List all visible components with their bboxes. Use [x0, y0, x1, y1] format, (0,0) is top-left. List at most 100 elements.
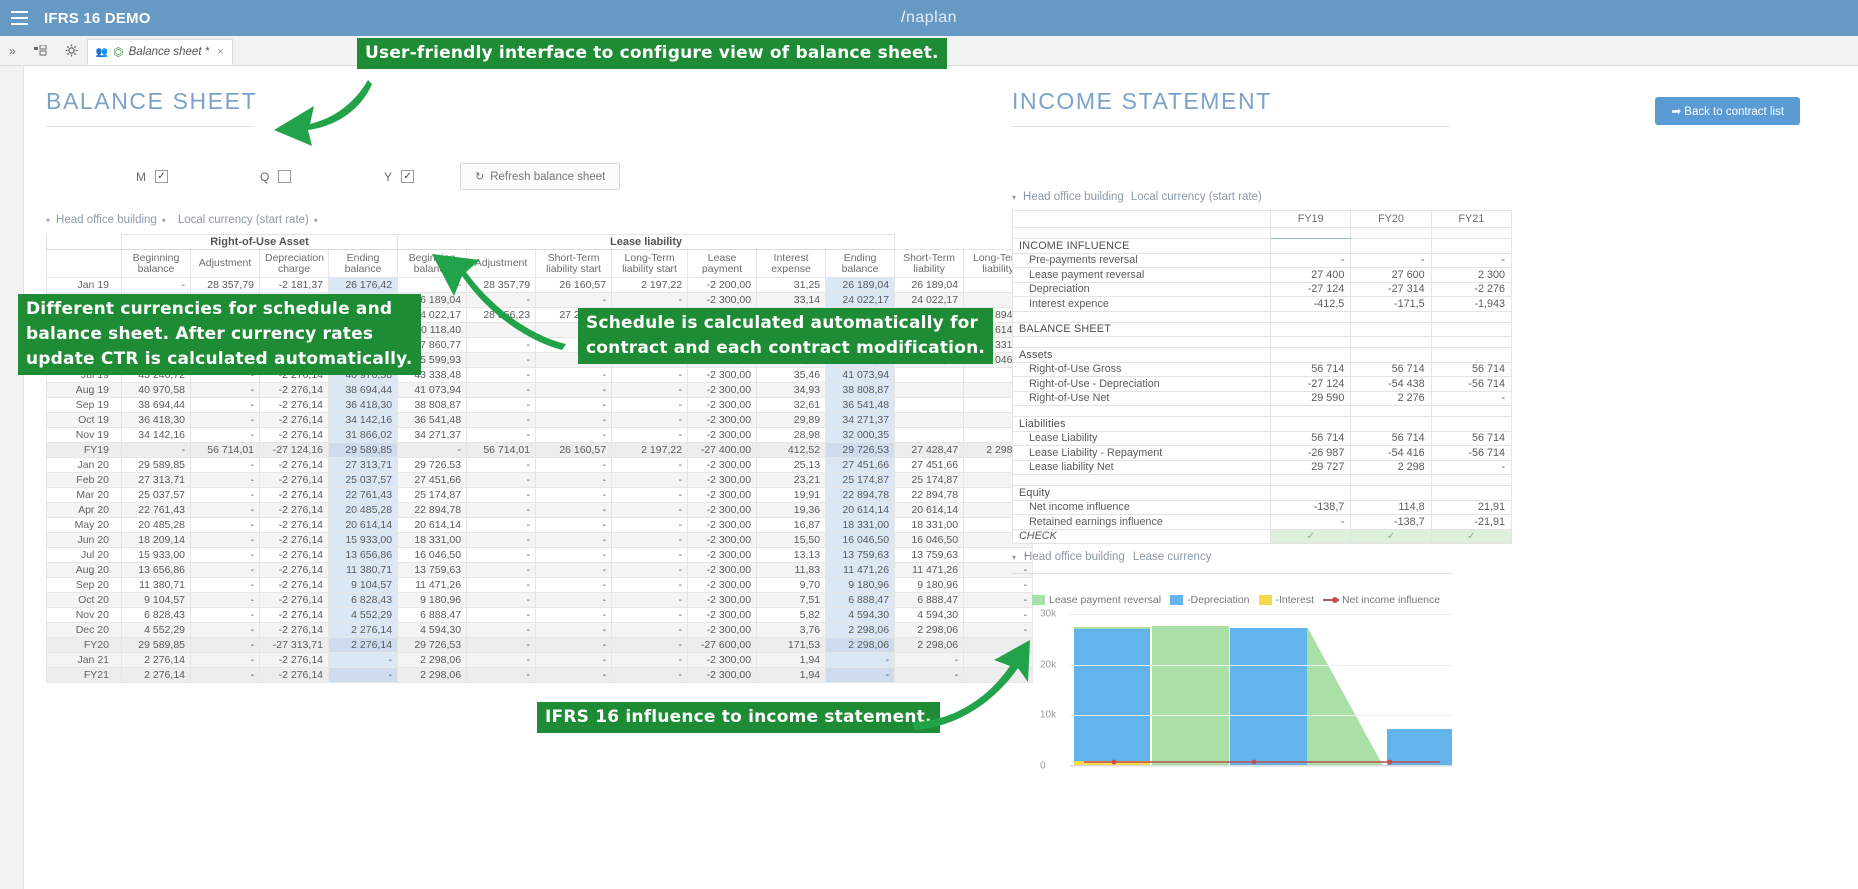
- grid-cell[interactable]: -2 300,00: [687, 652, 758, 668]
- grid-cell[interactable]: 15 933,00: [327, 532, 399, 548]
- grid-cell[interactable]: 19,36: [756, 502, 827, 518]
- grid-cell[interactable]: 34 271,37: [825, 412, 896, 428]
- grid-cell[interactable]: 2 298,06: [894, 622, 965, 638]
- grid-cell[interactable]: 9 180,96: [825, 577, 896, 593]
- grid-cell[interactable]: 22 894,78: [397, 502, 468, 518]
- legend-item[interactable]: Net income influence: [1323, 594, 1440, 606]
- grid-cell[interactable]: -2 276,14: [259, 502, 329, 518]
- collapse-caret-icon[interactable]: ▾: [1012, 553, 1016, 562]
- grid-cell[interactable]: -: [535, 487, 613, 503]
- close-icon[interactable]: ×: [217, 46, 223, 58]
- grid-cell[interactable]: -: [466, 322, 537, 338]
- grid-cell[interactable]: 13 759,63: [397, 562, 468, 578]
- is-cell[interactable]: 2 276: [1350, 390, 1432, 406]
- grid-cell[interactable]: 18 331,00: [825, 517, 896, 533]
- grid-column-header[interactable]: Adjustment: [190, 249, 260, 278]
- grid-cell[interactable]: -: [466, 367, 537, 383]
- grid-cell[interactable]: 1,94: [756, 652, 827, 668]
- is-cell[interactable]: [1350, 321, 1432, 337]
- row-label[interactable]: Jan 21: [46, 652, 122, 668]
- is-cell[interactable]: [1270, 416, 1352, 432]
- net-income-marker[interactable]: [1111, 759, 1117, 765]
- grid-cell[interactable]: 56 714,01: [190, 442, 260, 458]
- is-row[interactable]: [1011, 474, 1513, 486]
- is-cell[interactable]: [1350, 238, 1432, 254]
- is-cell[interactable]: -21,91: [1430, 514, 1513, 530]
- grid-cell[interactable]: -: [397, 277, 468, 293]
- grid-cell[interactable]: 3,76: [756, 622, 827, 638]
- is-check-cell[interactable]: ✓: [1430, 528, 1513, 544]
- grid-cell[interactable]: -2 300,00: [687, 577, 758, 593]
- bar-lease-payment-reversal-slope[interactable]: [1306, 626, 1384, 766]
- is-cell[interactable]: [1350, 347, 1432, 363]
- filter-yearly[interactable]: Y ✓: [384, 170, 415, 184]
- grid-cell[interactable]: 26 189,04: [894, 277, 965, 293]
- grid-cell[interactable]: -: [466, 337, 537, 353]
- row-label[interactable]: Apr 20: [46, 502, 122, 518]
- grid-cell[interactable]: 56 714,01: [466, 442, 537, 458]
- is-cell[interactable]: -56 714: [1430, 376, 1513, 392]
- grid-cell[interactable]: -2 276,14: [259, 667, 329, 683]
- is-cell[interactable]: [1350, 310, 1432, 323]
- grid-cell[interactable]: 24 022,17: [825, 292, 896, 308]
- row-label[interactable]: Sep 20: [46, 577, 122, 593]
- grid-cell[interactable]: -: [190, 457, 260, 473]
- is-cell[interactable]: [1270, 474, 1352, 486]
- is-cell[interactable]: -2 276: [1430, 281, 1513, 297]
- grid-cell[interactable]: -2 276,14: [259, 397, 329, 413]
- grid-cell[interactable]: -2 276,14: [259, 487, 329, 503]
- grid-cell[interactable]: -: [535, 382, 613, 398]
- is-column-header[interactable]: FY19: [1270, 210, 1352, 228]
- grid-cell[interactable]: -2 276,14: [259, 472, 329, 488]
- grid-cell[interactable]: -: [535, 607, 613, 623]
- grid-cell[interactable]: 6 828,43: [121, 607, 191, 623]
- grid-cell[interactable]: -: [611, 577, 689, 593]
- grid-cell[interactable]: -2 276,14: [259, 427, 329, 443]
- is-row[interactable]: Lease payment reversal 27 400 27 600 2 300: [1011, 267, 1513, 283]
- grid-cell[interactable]: 28 356,23: [466, 307, 537, 323]
- is-cell[interactable]: [1430, 310, 1513, 323]
- grid-cell[interactable]: 20 614,14: [397, 517, 468, 533]
- grid-cell[interactable]: -: [466, 427, 537, 443]
- table-row[interactable]: FY21 2 276,14- -2 276,14-2 298,06- - - -2 300…: [46, 667, 1034, 683]
- is-cell[interactable]: [1270, 321, 1352, 337]
- grid-cell[interactable]: 2 197,22: [611, 442, 689, 458]
- currency-selector[interactable]: Local currency (start rate) ▾: [178, 214, 318, 226]
- grid-cell[interactable]: 25 037,57: [327, 472, 399, 488]
- grid-cell[interactable]: -: [190, 637, 260, 653]
- grid-cell[interactable]: -: [466, 667, 537, 683]
- grid-cell[interactable]: 34 142,16: [327, 412, 399, 428]
- grid-cell[interactable]: -: [611, 397, 689, 413]
- grid-cell[interactable]: -: [535, 397, 613, 413]
- grid-cell[interactable]: 18 209,14: [121, 532, 191, 548]
- grid-cell[interactable]: -: [535, 562, 613, 578]
- table-row[interactable]: FY19-56 714,01 -27 124,16 29 589,85-56 714…: [46, 442, 1034, 458]
- grid-cell[interactable]: 27 313,71: [327, 457, 399, 473]
- filter-monthly[interactable]: M ✓: [136, 170, 260, 184]
- filter-quarterly-checkbox[interactable]: [278, 170, 292, 183]
- grid-cell[interactable]: -: [190, 517, 260, 533]
- grid-cell[interactable]: 35,46: [756, 367, 827, 383]
- is-row[interactable]: [1011, 310, 1513, 323]
- grid-cell[interactable]: 16 046,50: [894, 532, 965, 548]
- is-corner-header[interactable]: [1011, 210, 1272, 228]
- grid-cell[interactable]: -2 300,00: [687, 487, 758, 503]
- grid-cell[interactable]: -: [466, 457, 537, 473]
- grid-cell[interactable]: 9 104,57: [327, 577, 399, 593]
- grid-cell[interactable]: 38 694,44: [121, 397, 191, 413]
- is-cell[interactable]: [1270, 227, 1352, 239]
- row-label[interactable]: Feb 20: [46, 472, 122, 488]
- grid-cell[interactable]: -: [190, 412, 260, 428]
- grid-cell[interactable]: -: [190, 622, 260, 638]
- grid-cell[interactable]: 2 276,14: [327, 637, 399, 653]
- is-cell[interactable]: -27 124: [1270, 281, 1352, 297]
- grid-column-header[interactable]: Ending balance: [327, 249, 399, 278]
- is-cell[interactable]: -1,943: [1430, 296, 1513, 312]
- grid-cell[interactable]: 11 471,26: [397, 577, 468, 593]
- grid-cell[interactable]: -: [190, 562, 260, 578]
- is-row[interactable]: Right-of-Use - Depreciation -27 124 -54 43…: [1011, 376, 1513, 392]
- grid-cell[interactable]: -2 300,00: [687, 397, 758, 413]
- grid-cell[interactable]: -2 300,00: [687, 607, 758, 623]
- grid-cell[interactable]: [894, 382, 965, 398]
- is-column-header[interactable]: FY21: [1430, 210, 1513, 228]
